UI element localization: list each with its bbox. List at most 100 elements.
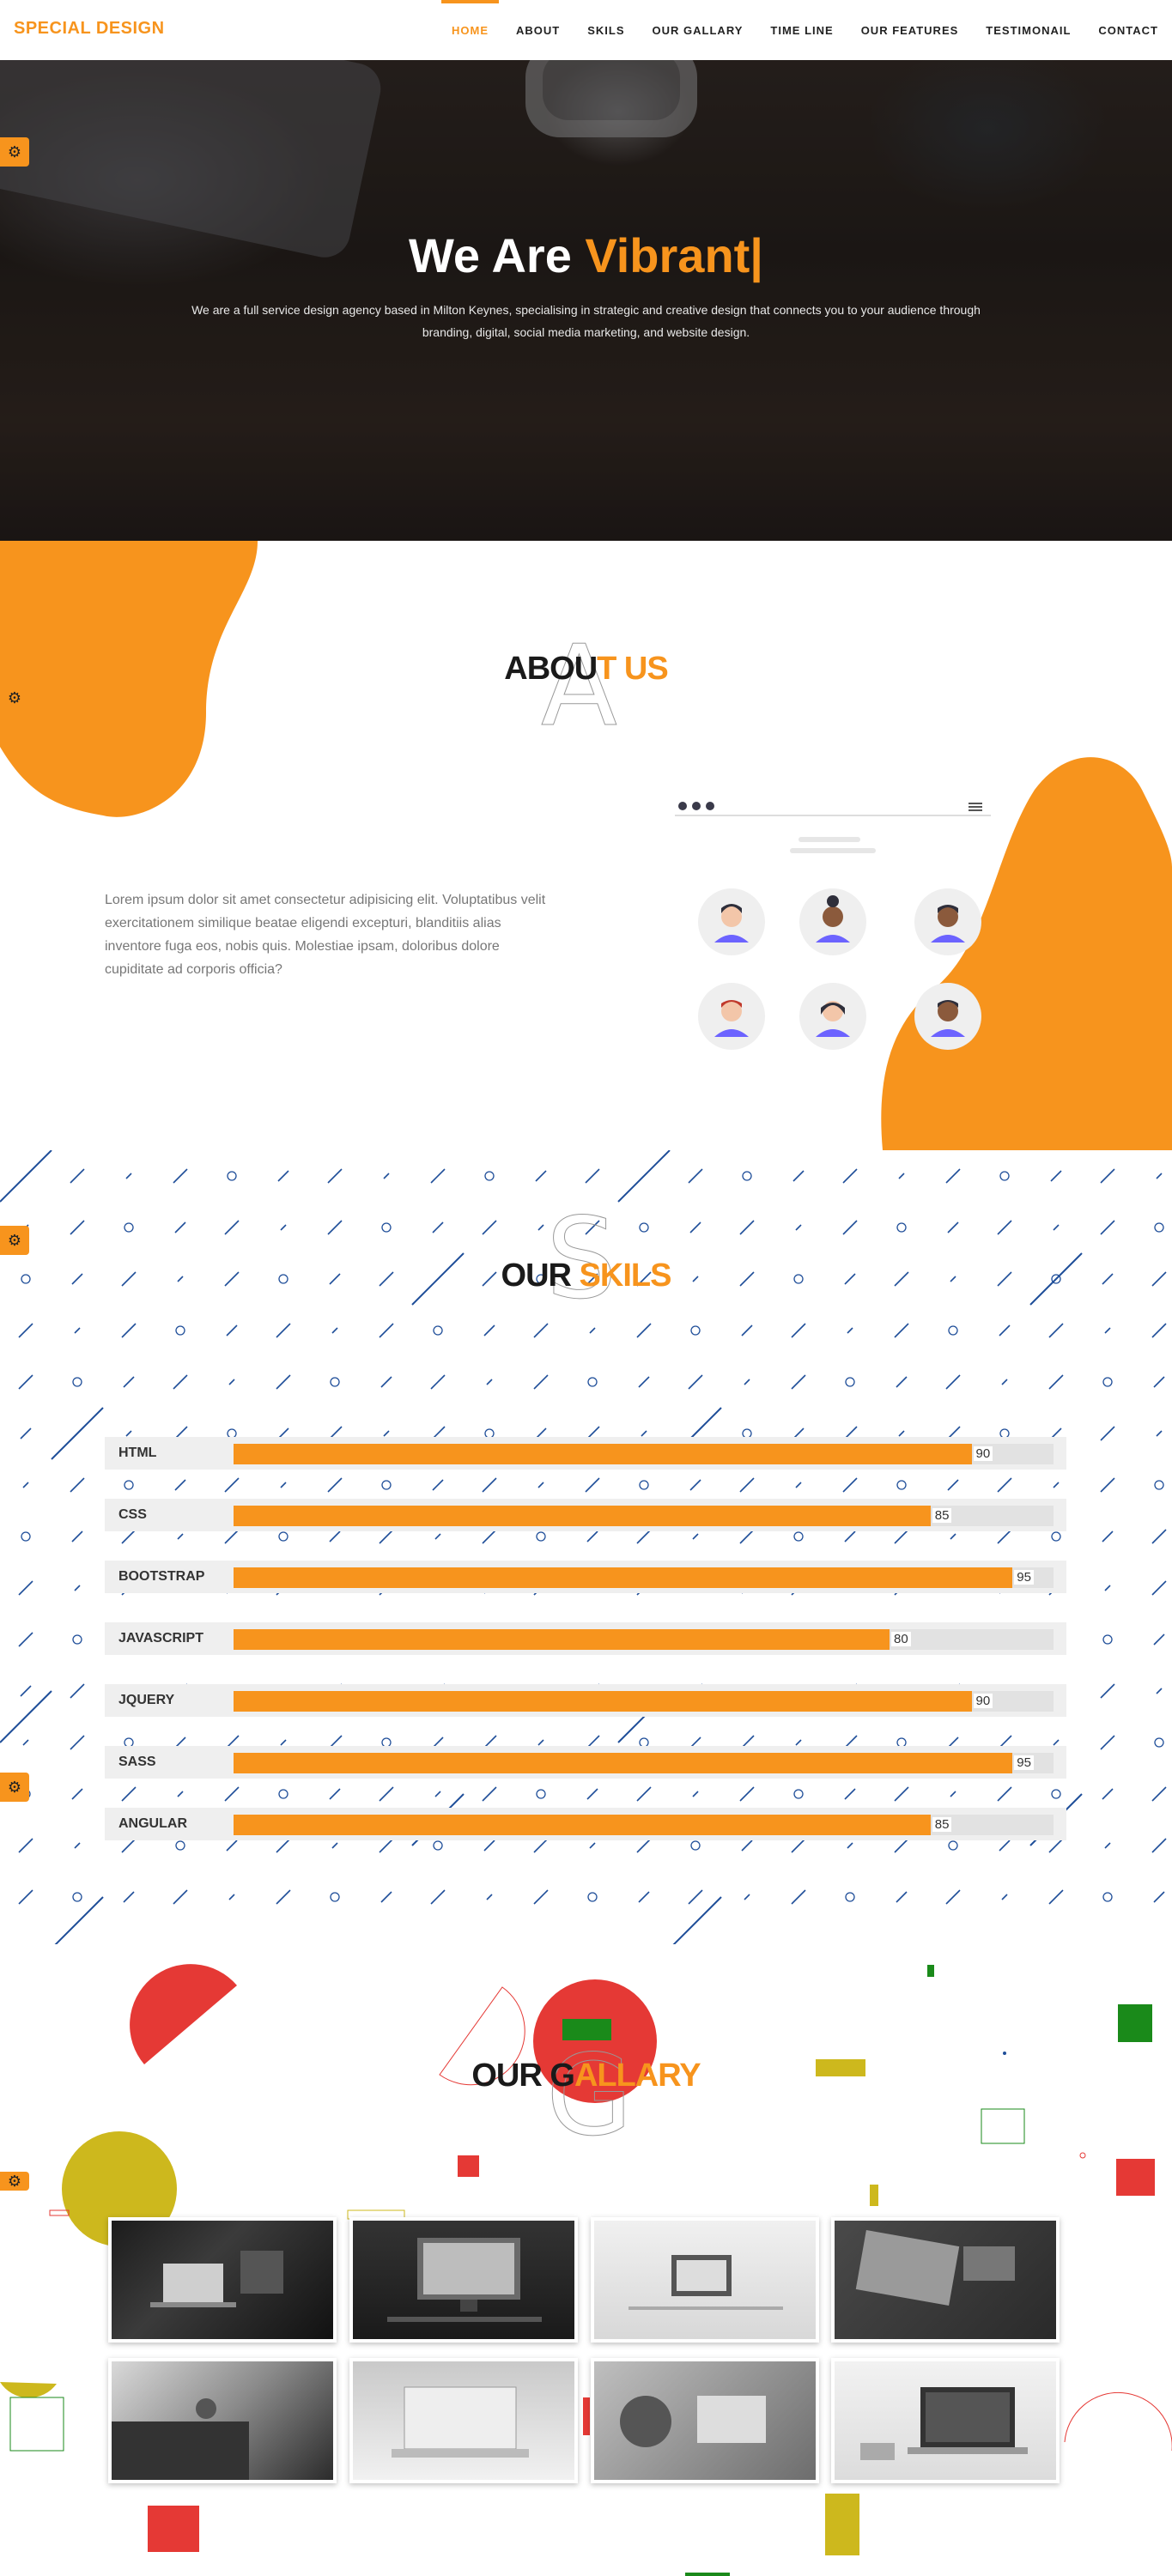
skills-title-dark: OUR bbox=[501, 1258, 580, 1294]
skills-title-accent: SKILS bbox=[579, 1258, 672, 1294]
red-square-bottom bbox=[148, 2506, 199, 2552]
gallery-title: OUR GALLARY bbox=[0, 2058, 1172, 2094]
gear-icon: ⚙ bbox=[7, 1778, 22, 1796]
gallery-image-7[interactable] bbox=[591, 2358, 819, 2483]
gallery-image-8[interactable] bbox=[831, 2358, 1060, 2483]
skill-progress-track: 85 bbox=[234, 1815, 1054, 1835]
about-title-accent: T US bbox=[597, 651, 669, 687]
top-navbar: SPECIAL DESIGN HOME ABOUT SKILS OUR GALL… bbox=[0, 0, 1172, 60]
gear-icon: ⚙ bbox=[7, 1231, 22, 1249]
skill-progress-fill bbox=[234, 1567, 1013, 1588]
laptop-top-photo bbox=[855, 2229, 1015, 2306]
skill-name: JAVASCRIPT bbox=[118, 1631, 203, 1646]
skill-progress-fill bbox=[234, 1506, 931, 1526]
nav-link-testimonial[interactable]: TESTIMONAIL bbox=[986, 0, 1071, 60]
nav-link-skills[interactable]: SKILS bbox=[587, 0, 624, 60]
nav-link-gallery[interactable]: OUR GALLARY bbox=[653, 0, 744, 60]
red-small-square bbox=[458, 2155, 479, 2177]
skill-percent: 90 bbox=[973, 1446, 993, 1461]
green-square-small bbox=[927, 1965, 934, 1977]
skill-row: BOOTSTRAP 95 bbox=[105, 1561, 1066, 1593]
gallery-section: G OUR GALLARY bbox=[0, 1944, 1172, 2576]
yellow-bar-bottom bbox=[825, 2494, 859, 2555]
team-illustration bbox=[675, 802, 991, 1050]
settings-toggle-button-4[interactable]: ⚙ bbox=[0, 1773, 29, 1802]
skill-name: JQUERY bbox=[118, 1693, 175, 1707]
skill-progress-track: 95 bbox=[234, 1753, 1054, 1773]
white-laptop-photo bbox=[392, 2386, 529, 2458]
skill-row: HTML 90 bbox=[105, 1437, 1066, 1470]
skill-percent: 85 bbox=[932, 1817, 952, 1832]
hero-title: We Are Vibrant| bbox=[0, 227, 1172, 283]
skill-progress-track: 85 bbox=[234, 1506, 1054, 1526]
about-text: Lorem ipsum dolor sit amet consectetur a… bbox=[105, 893, 546, 977]
nav-link-features[interactable]: OUR FEATURES bbox=[861, 0, 959, 60]
skill-percent: 95 bbox=[1014, 1570, 1034, 1585]
skill-name: SASS bbox=[118, 1755, 156, 1769]
skill-percent: 80 bbox=[891, 1632, 911, 1646]
hero-title-accent: Vibrant| bbox=[585, 228, 763, 282]
gallery-image-6[interactable] bbox=[349, 2358, 578, 2483]
laptop-photo bbox=[150, 2251, 283, 2307]
gear-icon: ⚙ bbox=[7, 2172, 22, 2190]
gear-icon: ⚙ bbox=[7, 688, 22, 706]
skill-progress-track: 90 bbox=[234, 1691, 1054, 1712]
skill-percent: 95 bbox=[1014, 1755, 1034, 1770]
red-half-circle bbox=[130, 1964, 237, 2064]
gallery-image-2[interactable] bbox=[349, 2217, 578, 2343]
monitor-photo bbox=[387, 2238, 542, 2322]
settings-toggle-button[interactable]: ⚙ bbox=[0, 137, 29, 167]
nav-link-contact[interactable]: CONTACT bbox=[1098, 0, 1158, 60]
hero-title-dark: We Are bbox=[409, 228, 586, 282]
skill-row: JQUERY 90 bbox=[105, 1684, 1066, 1717]
laptop-code-photo bbox=[860, 2387, 1028, 2460]
settings-toggle-button-3[interactable]: ⚙ bbox=[0, 1226, 29, 1255]
coffee-laptop-photo bbox=[112, 2398, 249, 2480]
hamburger-icon bbox=[969, 803, 982, 811]
hero-text: We are a full service design agency base… bbox=[191, 303, 981, 339]
green-bar-bottom bbox=[685, 2573, 730, 2576]
skill-row: CSS 85 bbox=[105, 1499, 1066, 1531]
nav-link-about[interactable]: ABOUT bbox=[516, 0, 560, 60]
skill-row: ANGULAR 85 bbox=[105, 1808, 1066, 1840]
skill-progress-fill bbox=[234, 1815, 931, 1835]
gallery-image-3[interactable] bbox=[591, 2217, 819, 2343]
skill-name: BOOTSTRAP bbox=[118, 1569, 205, 1584]
red-outline-arc-right bbox=[1064, 2391, 1172, 2451]
yellow-half-circle-left bbox=[0, 2382, 57, 2398]
nav-menu: HOME ABOUT SKILS OUR GALLARY TIME LINE O… bbox=[424, 0, 1158, 60]
gallery-image-1[interactable] bbox=[108, 2217, 337, 2343]
skill-name: ANGULAR bbox=[118, 1816, 187, 1831]
yellow-small-bar bbox=[870, 2185, 878, 2206]
nav-link-timeline[interactable]: TIME LINE bbox=[770, 0, 833, 60]
site-logo[interactable]: SPECIAL DESIGN bbox=[14, 19, 165, 39]
blue-dot bbox=[1003, 2052, 1006, 2055]
green-square bbox=[1118, 2004, 1152, 2042]
about-title-dark: ABOU bbox=[504, 651, 598, 687]
gear-icon: ⚙ bbox=[7, 142, 22, 161]
green-outline-box bbox=[981, 2108, 1025, 2144]
skill-percent: 85 bbox=[932, 1508, 952, 1523]
about-section: A ABOUT US Lorem ipsum dolor sit amet co… bbox=[0, 541, 1172, 1150]
skill-progress-fill bbox=[234, 1753, 1013, 1773]
gallery-image-5[interactable] bbox=[108, 2358, 337, 2483]
gallery-image-4[interactable] bbox=[831, 2217, 1060, 2343]
person-working-photo bbox=[620, 2396, 766, 2447]
skill-progress-fill bbox=[234, 1629, 890, 1650]
skill-row: JAVASCRIPT 80 bbox=[105, 1622, 1066, 1655]
settings-toggle-button-5[interactable]: ⚙ bbox=[0, 2172, 29, 2191]
red-outline-dash bbox=[49, 2209, 70, 2216]
skill-progress-fill bbox=[234, 1444, 972, 1464]
skill-row: SASS 95 bbox=[105, 1746, 1066, 1779]
nav-link-home[interactable]: HOME bbox=[441, 0, 500, 60]
avatar-row-1 bbox=[698, 888, 981, 955]
skill-name: CSS bbox=[118, 1507, 147, 1522]
skills-title: OUR SKILS bbox=[0, 1258, 1172, 1294]
skill-progress-track: 80 bbox=[234, 1629, 1054, 1650]
about-title: ABOUT US bbox=[0, 651, 1172, 688]
skill-progress-fill bbox=[234, 1691, 972, 1712]
gallery-title-accent: ALLARY bbox=[574, 2058, 701, 2094]
skill-progress-track: 95 bbox=[234, 1567, 1054, 1588]
gallery-ghost-letter: G bbox=[546, 2030, 634, 2161]
settings-toggle-button-2[interactable]: ⚙ bbox=[0, 682, 29, 713]
